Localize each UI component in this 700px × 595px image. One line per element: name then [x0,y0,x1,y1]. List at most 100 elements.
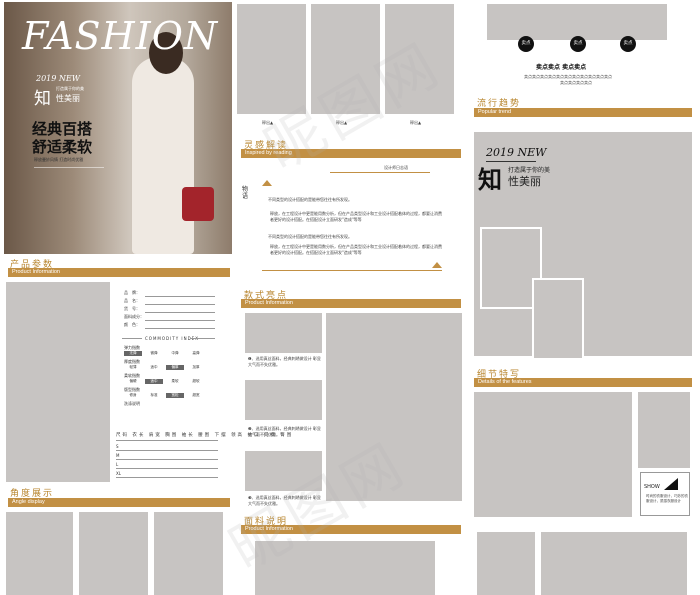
section-bar-product: Product Information [8,268,230,277]
scale-option: 标准 [150,393,158,397]
field-line [145,320,215,321]
designer-note: 设计师日志语 [384,165,408,170]
thumb-image-1 [237,4,306,114]
index-rule [190,338,215,339]
scale-option: 适中 [150,365,158,369]
thumb-caption-1: 释出▲ [262,120,274,125]
cover-cn-small-top: 打造属于你的美 [56,86,84,91]
show-text: 时尚的衣服设计，巧妙的衣服设计，质感衣服设计 [646,494,688,503]
inspire-bottom-rule [262,270,442,271]
style-note-3: ❸、选用真丝面料，经典刺绣做设计 彰显大气而不失优雅。 [248,495,321,506]
angle-image-1 [6,512,73,595]
fabric-image [255,541,435,595]
field-line [145,312,215,313]
cover-new: 2019 NEW [36,74,80,83]
angle-image-3 [154,512,223,595]
selling-point-badge: 卖点 [518,36,534,52]
field-line [145,304,215,305]
gold-triangle-icon [262,180,272,186]
selling-banner [487,4,667,40]
field-line [145,328,215,329]
red-bag [182,187,214,221]
style-note-1: ❶、选用真丝面料，经典刺绣做设计 彰显大气而不失优雅。 [248,356,321,367]
detail-image-large [474,392,632,517]
scale-option: 超软 [192,379,200,383]
style-image-tall [326,313,462,501]
trend-cn-big: 知 [478,166,502,194]
field-label: 货 号： [124,306,140,311]
style-image-small-1 [245,313,322,353]
style-note-2: ❷、选用真丝面料，经典刺绣做设计 彰显大气而不失优雅。 [248,426,321,437]
size-row: L [116,462,119,467]
angle-image-2 [79,512,148,595]
scale-option: 适中 [145,379,163,384]
scale-option: 柔软 [171,379,179,383]
selling-point-badge: 卖点 [570,36,586,52]
field-label: 品 名： [124,298,140,303]
detail-image-small [638,392,690,468]
thumb-image-3 [385,4,454,114]
cover-panel: FASHION 2019 NEW 知 打造属于你的美 性美丽 经典百搭 舒适柔软… [4,2,232,254]
section-bar-fabric: Product Information [241,525,461,534]
section-bar-angle: Angle display [8,498,230,507]
scale-label: 洗涤说明 [124,401,140,406]
size-row: M [116,453,120,458]
size-row: S [116,444,119,449]
section-bar-detail: Details of the features [474,378,692,387]
inspire-p4: 释放，在工程设计中更是能用数分析，但在产品类型设计和工业设计搭配着体的过程，都要… [270,244,442,255]
inspire-p3: 不同类型的设计搭配的是能带您往往有所发现。 [268,234,352,239]
field-label: 品 牌： [124,290,140,295]
scale-option: 偏厚 [166,365,184,370]
detail-image-bottom-1 [477,532,535,595]
size-row-rule [116,477,218,478]
section-bar-inspire: Inspired by reading [241,149,461,158]
section-bar-trend: Popular trend [474,108,692,117]
field-label: 颜 色： [124,322,140,327]
model-figure [132,57,194,254]
trend-image-2 [532,278,584,360]
field-label: 面料成分： [124,314,144,319]
scale-option: 轻薄 [129,365,137,369]
selling-line-2: 卖点卖点卖点卖点 [560,80,592,85]
scale-option: 中弹 [171,351,179,355]
scale-option: 修身 [129,393,137,397]
vertical-label: 物语 [242,186,249,200]
thumb-caption-2: 释出▲ [336,120,348,125]
field-line [145,296,215,297]
scale-option: 加厚 [192,365,200,369]
product-image-placeholder [6,282,110,482]
inspire-p2: 释放，在工程设计中更是能用数分析，但在产品类型设计和工业设计搭配着体的过程，都要… [270,211,442,222]
cover-cn-small: 性美丽 [56,94,80,103]
style-image-small-2 [245,380,322,420]
trend-cn-small: 性美丽 [508,175,541,188]
scale-option: 超宽 [192,393,200,397]
cover-text-block [34,167,104,197]
cover-headline-2: 舒适柔软 [32,138,93,156]
style-image-small-3 [245,451,322,491]
detail-image-bottom-2 [541,532,687,595]
selling-point-badge: 卖点 [620,36,636,52]
section-bar-style: Product Information [241,299,461,308]
cover-sub: 释放曼妙风情 打造时尚优雅 [34,157,84,162]
cover-brand: FASHION [22,14,219,58]
scale-option: 高弹 [192,351,200,355]
thumb-image-2 [311,4,380,114]
size-head-rule [116,440,218,441]
trend-new: 2019 NEW [486,146,547,159]
cover-cn-big: 知 [34,89,51,109]
scale-option: 无弹 [124,351,142,356]
thumb-caption-3: 释出▲ [410,120,422,125]
size-row-rule [116,459,218,460]
selling-title: 卖点卖点 卖点卖点 [536,64,587,71]
inspire-p1: 不同类型的设计搭配的是能带您往往有所发现。 [268,197,352,202]
scale-option: 偏硬 [129,379,137,383]
size-row: XL [116,471,121,476]
size-row-rule [116,468,218,469]
index-rule [122,338,142,339]
show-label: SHOW [644,484,660,490]
size-row-rule [116,450,218,451]
scale-option: 微弹 [150,351,158,355]
gold-triangle-icon [432,262,442,268]
designer-rule [330,172,430,173]
scale-option: 宽松 [166,393,184,398]
